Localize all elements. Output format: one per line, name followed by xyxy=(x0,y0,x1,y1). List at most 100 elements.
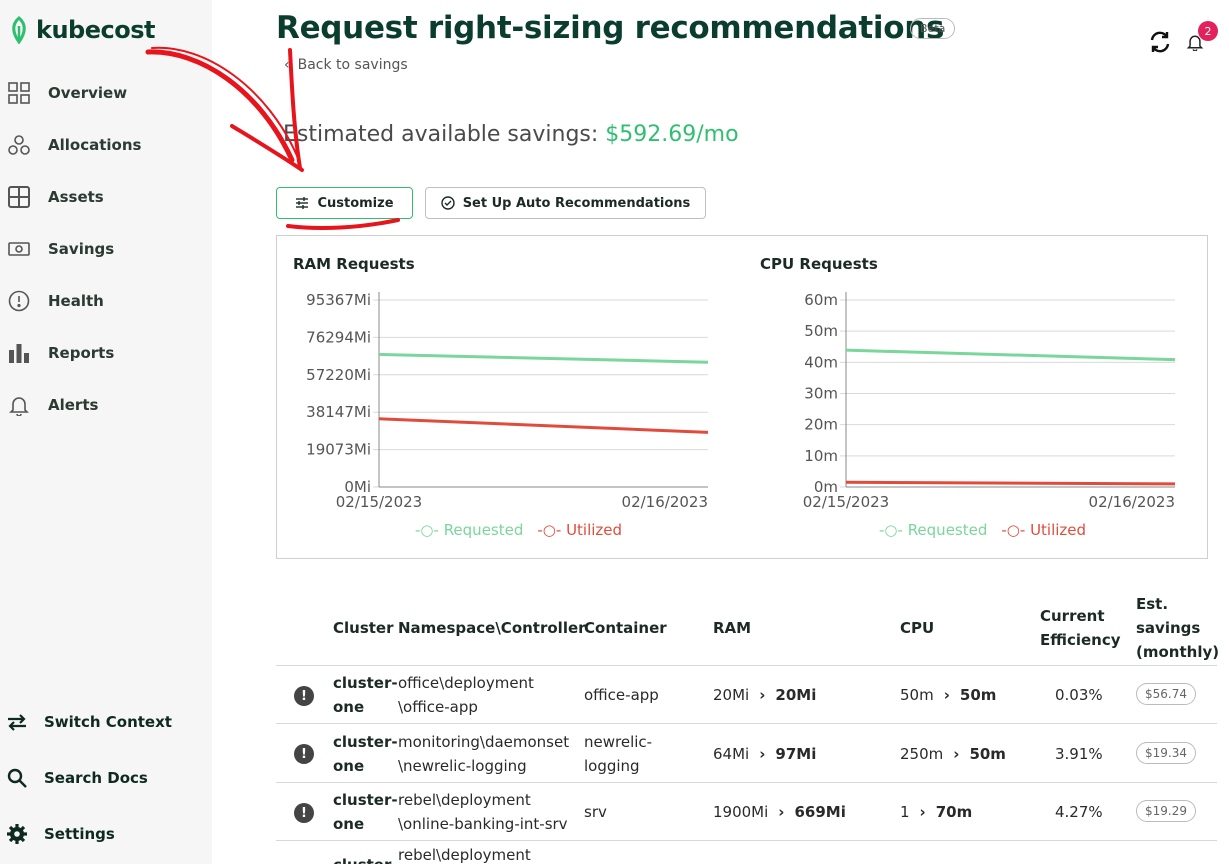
back-link-label: Back to savings xyxy=(297,57,408,73)
search-docs-button[interactable]: Search Docs xyxy=(6,767,148,789)
charts-card: RAM Requests 0Mi 19073Mi 38147Mi 57220Mi 762… xyxy=(276,235,1208,559)
auto-recommendations-label: Set Up Auto Recommendations xyxy=(462,195,691,211)
search-icon xyxy=(6,767,28,789)
sidebar-item-label: Savings xyxy=(48,240,115,258)
cell-efficiency: 4.27% xyxy=(1055,803,1103,821)
y-tick-label: 95367Mi xyxy=(306,291,371,309)
legend-utilized[interactable]: -○- Utilized xyxy=(537,521,622,539)
x-tick-label: 02/15/2023 xyxy=(803,493,889,511)
y-tick-label: 10m xyxy=(804,447,838,465)
refresh-icon[interactable] xyxy=(1148,30,1172,58)
x-tick-label: 02/16/2023 xyxy=(1089,493,1175,511)
sidebar-item-label: Reports xyxy=(48,344,115,362)
ram-chart: 0Mi19073Mi38147Mi57220Mi76294Mi95367Mi02… xyxy=(306,291,709,511)
sidebar-item-overview[interactable]: Overview xyxy=(8,82,127,104)
switch-context-button[interactable]: Switch Context xyxy=(6,711,172,733)
x-tick-label: 02/15/2023 xyxy=(336,493,422,511)
sidebar-item-health[interactable]: Health xyxy=(8,290,104,312)
warning-icon: ! xyxy=(294,686,314,706)
series-line-requested xyxy=(378,352,709,364)
ram-chart-title: RAM Requests xyxy=(293,255,415,273)
kubecost-logo[interactable]: kubecost xyxy=(8,16,155,44)
estimated-savings: Estimated available savings: $592.69/mo xyxy=(283,122,739,147)
sidebar-item-label: Assets xyxy=(48,188,104,206)
col-header-ram[interactable]: RAM xyxy=(713,616,751,640)
y-tick-label: 38147Mi xyxy=(306,403,371,421)
cell-container: newrelic-logging xyxy=(584,733,653,775)
beta-badge: Beta xyxy=(910,18,956,39)
cell-container: srv xyxy=(584,803,607,821)
sliders-icon xyxy=(296,197,309,209)
settings-button[interactable]: Settings xyxy=(6,823,115,845)
sidebar-item-allocations[interactable]: Allocations xyxy=(8,134,141,156)
money-icon xyxy=(8,238,30,260)
y-tick-label: 76294Mi xyxy=(306,328,371,346)
col-header-namespace[interactable]: Namespace\Controller xyxy=(398,616,586,640)
series-line-requested xyxy=(845,348,1176,362)
savings-badge: $19.29 xyxy=(1136,800,1196,822)
customize-label: Customize xyxy=(317,195,394,211)
y-tick-label: 57220Mi xyxy=(306,366,371,384)
cell-cluster: cluster- xyxy=(333,853,398,864)
legend-utilized[interactable]: -○- Utilized xyxy=(1001,521,1086,539)
x-tick-label: 02/16/2023 xyxy=(622,493,708,511)
y-tick-label: 20m xyxy=(804,416,838,434)
table-row[interactable]: ! cluster-one monitoring\daemonset \newre… xyxy=(276,723,1217,782)
chevron-right-icon: › xyxy=(943,686,950,704)
table-row[interactable]: cluster- rebel\deployment xyxy=(276,840,1217,864)
cell-ram: 20Mi › 20Mi xyxy=(713,686,817,704)
chevron-right-icon: › xyxy=(778,803,785,821)
savings-badge: $19.34 xyxy=(1136,742,1196,764)
series-line-utilized xyxy=(378,417,709,434)
series-line-utilized xyxy=(845,480,1176,486)
cpu-chart-legend: -○- Requested -○- Utilized xyxy=(879,521,1086,539)
sidebar-item-alerts[interactable]: Alerts xyxy=(8,394,98,416)
savings-amount: $592.69/mo xyxy=(605,122,739,147)
back-to-savings-link[interactable]: ‹ Back to savings xyxy=(284,57,408,73)
y-tick-label: 50m xyxy=(804,322,838,340)
customize-button[interactable]: Customize xyxy=(276,187,413,219)
savings-badge: $56.74 xyxy=(1136,683,1196,705)
kubecost-leaf-icon xyxy=(12,16,26,44)
col-header-container[interactable]: Container xyxy=(584,616,667,640)
savings-prefix: Estimated available savings: xyxy=(283,122,606,147)
sidebar: kubecost Overview Allocations Assets Sav… xyxy=(0,0,212,864)
col-header-savings[interactable]: Est. savings (monthly) xyxy=(1136,592,1219,664)
search-docs-label: Search Docs xyxy=(44,769,148,787)
cell-cpu: 1 › 70m xyxy=(900,803,973,821)
notification-count-badge: 2 xyxy=(1198,21,1218,41)
legend-requested[interactable]: -○- Requested xyxy=(879,521,987,539)
legend-requested[interactable]: -○- Requested xyxy=(415,521,523,539)
cpu-chart: 0m10m20m30m40m50m60m02/15/2023 02/16/2023 xyxy=(803,291,1176,511)
y-tick-label: 19073Mi xyxy=(306,441,371,459)
circles-icon xyxy=(8,134,30,156)
bell-icon xyxy=(8,394,30,416)
warning-icon: ! xyxy=(294,803,314,823)
col-header-efficiency[interactable]: Current Efficiency xyxy=(1040,604,1121,652)
cell-cpu: 250m › 50m xyxy=(900,745,1006,763)
chevron-right-icon: › xyxy=(919,803,926,821)
sidebar-item-reports[interactable]: Reports xyxy=(8,342,114,364)
sidebar-item-label: Alerts xyxy=(48,396,99,414)
sidebar-item-label: Health xyxy=(48,292,104,310)
table-row[interactable]: ! cluster-one office\deployment \office-a… xyxy=(276,665,1217,723)
cell-cluster: cluster-one xyxy=(333,791,398,833)
gear-icon xyxy=(6,823,28,845)
sidebar-item-assets[interactable]: Assets xyxy=(8,186,104,208)
cell-cluster: cluster-one xyxy=(333,733,398,775)
cell-namespace: monitoring\daemonset \newrelic-logging xyxy=(398,733,570,775)
cpu-chart-title: CPU Requests xyxy=(760,255,878,273)
auto-recommendations-button[interactable]: Set Up Auto Recommendations xyxy=(425,187,706,219)
table-row[interactable]: ! cluster-one rebel\deployment \online-ba… xyxy=(276,782,1217,840)
cell-efficiency: 0.03% xyxy=(1055,686,1103,704)
cell-namespace: office\deployment \office-app xyxy=(398,674,534,716)
sidebar-item-savings[interactable]: Savings xyxy=(8,238,114,260)
switch-context-label: Switch Context xyxy=(44,713,172,731)
col-header-cluster[interactable]: Cluster xyxy=(333,616,394,640)
chevron-right-icon: › xyxy=(759,745,766,763)
col-header-cpu[interactable]: CPU xyxy=(900,616,934,640)
y-tick-label: 60m xyxy=(804,291,838,309)
ram-chart-legend: -○- Requested -○- Utilized xyxy=(415,521,622,539)
chevron-right-icon: › xyxy=(759,686,766,704)
cell-ram: 1900Mi › 669Mi xyxy=(713,803,846,821)
